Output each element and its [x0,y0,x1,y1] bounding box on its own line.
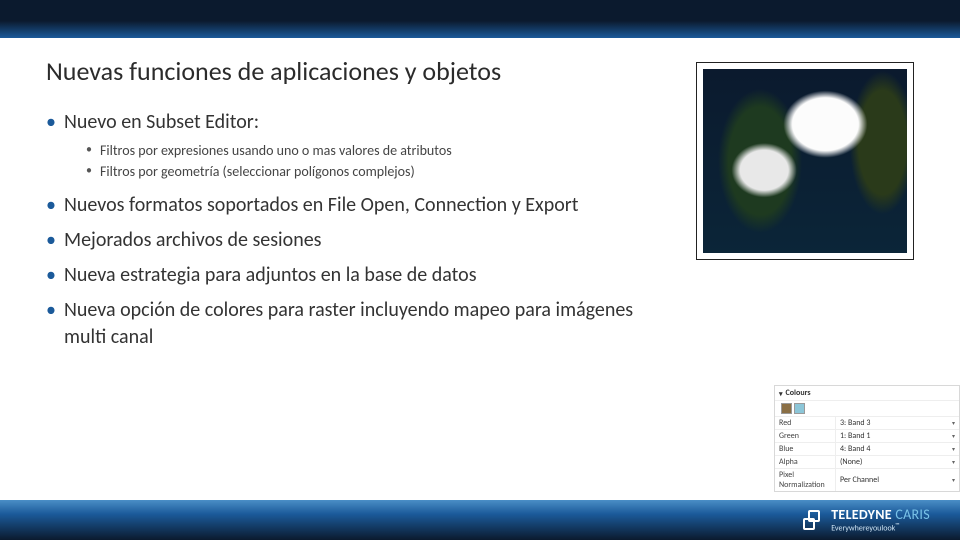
row-value[interactable]: 4: Band 4 ▾ [835,443,959,455]
satellite-image [703,69,907,253]
chevron-down-icon: ▾ [779,389,783,398]
row-label: Green [775,430,835,442]
panel-row: Pixel Normalization Per Channel ▾ [775,468,959,491]
row-label: Alpha [775,456,835,468]
sub-bullet-item: Filtros por expresiones usando uno o mas… [86,142,636,161]
bullet-item: Nueva opción de colores para raster incl… [46,297,636,351]
row-label: Pixel Normalization [775,469,835,491]
brand-name-a: TELEDYNE [831,506,895,523]
bullet-item: Nuevos formatos soportados en File Open,… [46,192,636,219]
trademark-symbol: ™ [895,521,899,529]
chevron-down-icon: ▾ [952,476,955,484]
chevron-down-icon: ▾ [952,458,955,466]
row-label: Blue [775,443,835,455]
row-value[interactable]: (None) ▾ [835,456,959,468]
panel-header[interactable]: ▾ Colours [775,386,959,401]
row-value[interactable]: Per Channel ▾ [835,469,959,491]
panel-title: Colours [786,388,811,398]
row-label: Red [775,417,835,429]
panel-row: Blue 4: Band 4 ▾ [775,442,959,455]
brand-name-b: CARIS [895,506,930,523]
bullet-item: Mejorados archivos de sesiones [46,227,636,254]
colour-mode-icons [775,401,959,416]
bullet-item: Nueva estrategia para adjuntos en la bas… [46,262,636,289]
panel-row: Green 1: Band 1 ▾ [775,429,959,442]
chevron-down-icon: ▾ [952,419,955,427]
brand-block: TELEDYNE CARIS Everywhereyoulook™ [803,508,930,533]
bullet-text: Nuevo en Subset Editor: [64,110,259,134]
row-value[interactable]: 1: Band 1 ▾ [835,430,959,442]
panel-row: Alpha (None) ▾ [775,455,959,468]
sub-bullet-list: Filtros por expresiones usando uno o mas… [86,142,636,182]
brand-text: TELEDYNE CARIS Everywhereyoulook™ [831,508,930,533]
bullet-item: Nuevo en Subset Editor: Filtros por expr… [46,109,636,182]
chevron-down-icon: ▾ [952,445,955,453]
teledyne-logo-icon [803,510,823,530]
chevron-down-icon: ▾ [952,432,955,440]
swatch-icon[interactable] [794,403,805,414]
satellite-image-thumbnail [696,62,914,260]
header-bar [0,0,960,38]
row-value[interactable]: 3: Band 3 ▾ [835,417,959,429]
sub-bullet-item: Filtros por geometría (seleccionar políg… [86,163,636,182]
brand-tagline: Everywhereyoulook [831,523,895,533]
swatch-icon[interactable] [781,403,792,414]
footer-bar: TELEDYNE CARIS Everywhereyoulook™ [0,500,960,540]
colours-panel: ▾ Colours Red 3: Band 3 ▾ Green 1: Band … [774,385,960,492]
panel-row: Red 3: Band 3 ▾ [775,416,959,429]
